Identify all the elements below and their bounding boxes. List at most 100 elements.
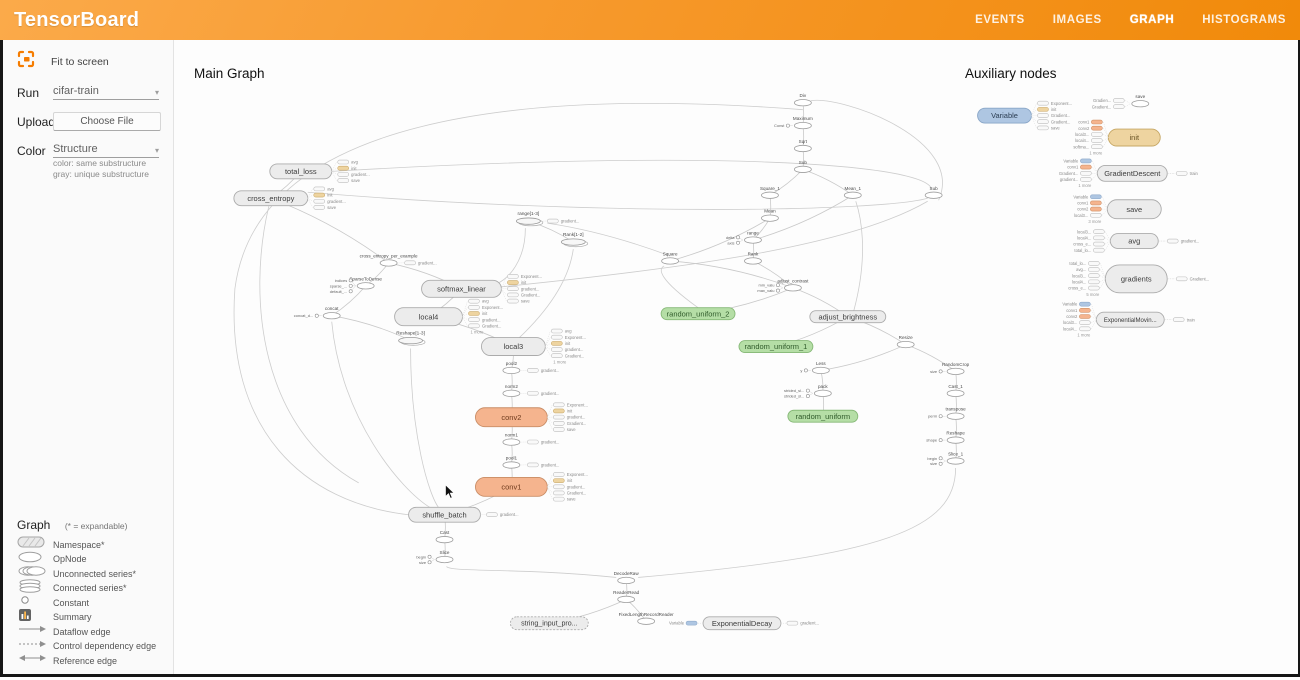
choose-file-button[interactable]: Choose File [53, 112, 161, 131]
graph-node-std[interactable]: SparseToDenseindicessparse_...default_..… [330, 276, 383, 293]
graph-node-sip[interactable]: string_input_pro... [510, 617, 588, 630]
color-select[interactable]: Structure ▾ [53, 143, 159, 158]
graph-node-mean1[interactable]: Mean_1 [844, 186, 861, 199]
graph-node-flrr[interactable]: FixedLengthRecordReader [619, 612, 675, 625]
graph-node-square1[interactable]: Square_1 [760, 186, 780, 199]
graph-node-ru[interactable]: random_uniform [788, 410, 858, 422]
graph-node-range13[interactable]: range[1-3]gradient... [516, 211, 579, 226]
tab-events[interactable]: EVENTS [975, 14, 1025, 26]
graph-node-norm2[interactable]: norm2gradient... [503, 384, 560, 397]
graph-node-save[interactable]: saveVariableconv1conv2local3...3 more [1073, 194, 1161, 224]
svg-text:adjust_brightness: adjust_brightness [818, 312, 877, 321]
graph-node-expmov[interactable]: ExponentialMovin...Variableconv1conv2loc… [1062, 302, 1195, 338]
graph-node-decoderaw[interactable]: DecodeRaw [614, 571, 640, 584]
graph-node-cepe[interactable]: cross_entropy_per_examplegradient... [360, 253, 437, 266]
graph-node-adjb[interactable]: adjust_brightness [810, 311, 886, 323]
graph-node-pool1[interactable]: pool1gradient... [503, 456, 560, 469]
svg-text:conv1: conv1 [501, 483, 521, 492]
svg-text:ExponentialDecay: ExponentialDecay [712, 619, 773, 628]
graph-node-shuffle_batch[interactable]: shuffle_batchgradient... [409, 507, 519, 522]
fit-to-screen-row[interactable]: Fit to screen [17, 50, 173, 73]
graph-node-expdecay[interactable]: ExponentialDecaygradient...Variable [669, 617, 819, 630]
graph-node-pool2[interactable]: pool2gradient... [503, 361, 560, 374]
graph-node-total_loss[interactable]: total_lossavginitgradient...save [270, 160, 370, 184]
color-label: Color [17, 144, 53, 158]
svg-text:gradient...: gradient... [567, 415, 586, 420]
graph-node-div[interactable]: Div [794, 93, 811, 106]
graph-node-rank12[interactable]: Rank[1-2] [561, 232, 587, 247]
svg-text:cross_entropy_per_example: cross_entropy_per_example [360, 253, 418, 258]
svg-text:gradient...: gradient... [351, 172, 370, 177]
color-help-line1: color: same substructure [53, 158, 173, 169]
graph-node-gradients[interactable]: gradientstotal_lo...avg...local3...local… [1068, 261, 1209, 297]
graph-node-init[interactable]: initconv1conv2local3...local4...softma..… [1073, 120, 1160, 156]
chevron-down-icon: ▾ [155, 88, 159, 97]
svg-text:conv2: conv2 [1077, 207, 1089, 212]
svg-text:local4...: local4... [1075, 138, 1089, 143]
graph-node-randomcrop[interactable]: RandomCropsize [930, 362, 970, 375]
svg-text:Exponent...: Exponent... [1051, 101, 1072, 106]
svg-text:Const: Const [774, 123, 785, 128]
run-select[interactable]: cifar-train ▾ [53, 85, 159, 100]
graph-node-less[interactable]: Lessy [800, 361, 829, 374]
svg-text:conv2: conv2 [1066, 314, 1078, 319]
graph-node-cast1[interactable]: Cast_1 [947, 384, 964, 397]
graph-node-local3[interactable]: local3avgExponent...initgradient...Gradi… [481, 329, 585, 365]
svg-text:gradient...: gradient... [541, 440, 560, 445]
graph-node-sub2[interactable]: Sub [925, 186, 942, 199]
graph-node-square[interactable]: Square [662, 251, 679, 264]
svg-text:default_...: default_... [330, 289, 347, 294]
app-header: TensorBoard EVENTS IMAGES GRAPH HISTOGRA… [0, 0, 1300, 40]
fit-to-screen-icon[interactable] [17, 50, 35, 73]
graph-node-ru1[interactable]: random_uniform_1 [739, 341, 813, 353]
graph-node-avg[interactable]: avglocal3...local4...cross_e...total_lo.… [1073, 229, 1199, 253]
svg-text:gradient...: gradient... [500, 512, 519, 517]
graph-node-cast[interactable]: Cast [436, 530, 453, 543]
tab-images[interactable]: IMAGES [1053, 14, 1102, 26]
graph-node-pack[interactable]: packstrided_sl...strided_sl... [784, 384, 831, 399]
svg-text:Div: Div [800, 93, 807, 98]
graph-node-reshape13[interactable]: Reshape[1-3] [396, 331, 425, 346]
graph-node-transpose[interactable]: transposeperm [928, 407, 966, 420]
graph-node-mean[interactable]: Mean [761, 209, 778, 222]
svg-text:init: init [521, 280, 527, 285]
svg-text:gradient...: gradient... [541, 462, 560, 467]
svg-text:Reshape: Reshape [946, 431, 965, 436]
tab-histograms[interactable]: HISTOGRAMS [1202, 14, 1286, 26]
graph-node-cross_entropy[interactable]: cross_entropyavginitgradient...save [234, 186, 346, 210]
svg-text:pool2: pool2 [506, 361, 518, 366]
graph-node-graddesc[interactable]: GradientDescentVariableconv1Gradient...g… [1059, 159, 1199, 189]
graph-node-local4[interactable]: local4avgExponent...initgradient...Gradi… [395, 299, 503, 335]
run-select-value: cifar-train [53, 85, 99, 97]
graph-node-auxtop[interactable]: saveGradien...Gradient... [1092, 94, 1149, 109]
tab-graph[interactable]: GRAPH [1130, 14, 1175, 26]
graph-node-reshape_op[interactable]: Reshapeshape [926, 431, 965, 444]
svg-text:local4...: local4... [1063, 326, 1077, 331]
graph-canvas[interactable]: Main Graph Auxiliary nodes total_lossavg… [174, 40, 1298, 674]
graph-node-sub[interactable]: Sub [794, 160, 811, 173]
graph-node-slice1[interactable]: Slice_1beginsize [927, 452, 964, 467]
fit-to-screen-label[interactable]: Fit to screen [51, 56, 109, 68]
svg-text:gradient...: gradient... [327, 199, 346, 204]
svg-text:random_uniform: random_uniform [796, 412, 850, 421]
svg-text:init: init [482, 311, 488, 316]
graph-node-maximum[interactable]: Maximum Const [774, 116, 813, 129]
mouse-cursor [446, 485, 454, 498]
graph-node-concat[interactable]: concatconcat_d... [294, 306, 340, 319]
upload-label: Upload [17, 115, 53, 129]
svg-text:Mean: Mean [764, 209, 776, 214]
graph-node-resize[interactable]: Resize [897, 335, 914, 348]
graph-node-ru2[interactable]: random_uniform_2 [661, 308, 735, 320]
graph-svg[interactable]: total_lossavginitgradient...savecross_en… [174, 40, 1298, 674]
graph-node-slice[interactable]: Slicebeginsize [416, 550, 453, 565]
graph-node-readerread[interactable]: ReaderRead [613, 590, 639, 603]
svg-text:Sqrt: Sqrt [799, 139, 808, 144]
graph-node-sqrt[interactable]: Sqrt [794, 139, 811, 152]
svg-text:Gradient...: Gradient... [1059, 171, 1079, 176]
svg-text:softma...: softma... [1073, 144, 1089, 149]
graph-node-norm1[interactable]: norm1gradient... [503, 433, 560, 446]
graph-node-conv2[interactable]: conv2Exponent...initgradient...Gradient.… [475, 402, 587, 432]
svg-text:Maximum: Maximum [793, 116, 813, 121]
graph-node-variable[interactable]: VariableExponent...initGradient...Gradie… [978, 101, 1073, 131]
svg-text:y: y [800, 368, 802, 373]
